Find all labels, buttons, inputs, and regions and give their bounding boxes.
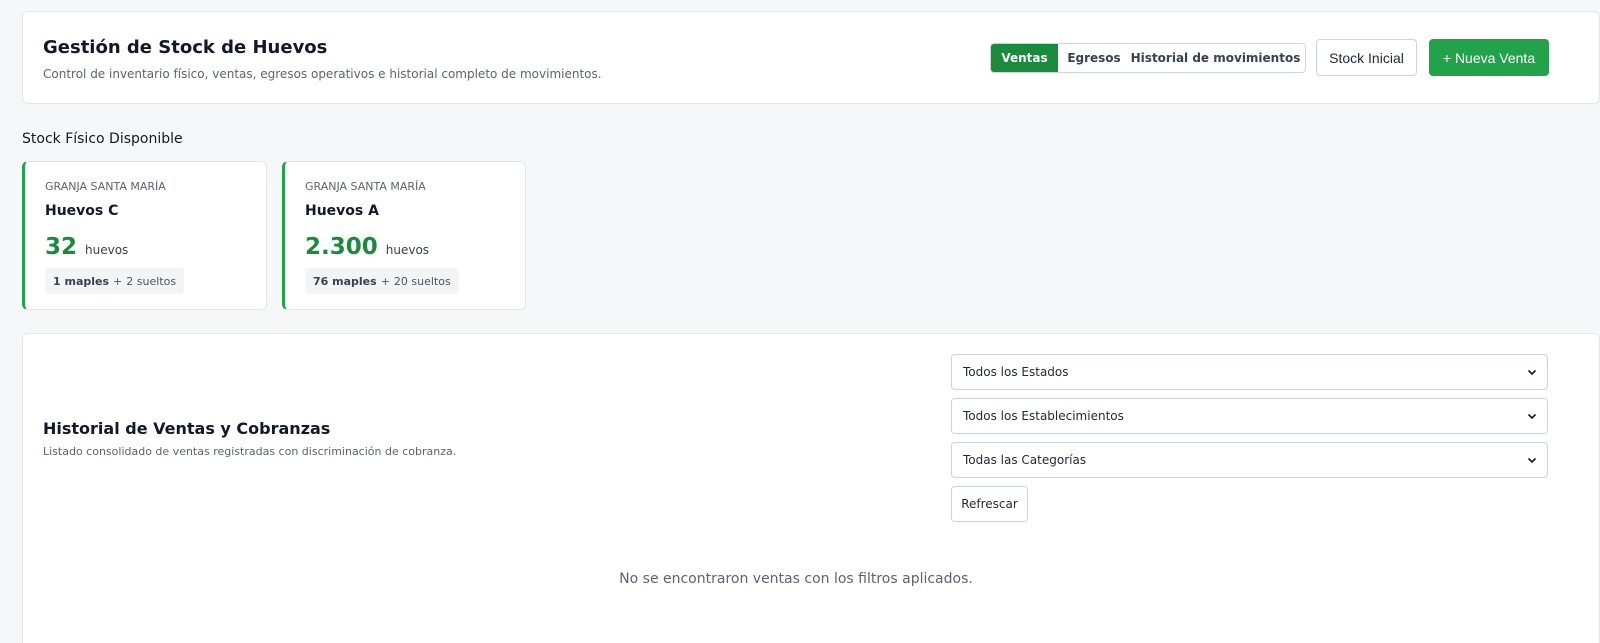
estado-filter-select[interactable]: Todos los Estados bbox=[951, 354, 1548, 390]
card-sueltos: 20 sueltos bbox=[393, 274, 451, 288]
page-header: Gestión de Stock de Huevos Control de in… bbox=[22, 11, 1600, 104]
categoria-filter-value: Todas las Categorías bbox=[963, 453, 1087, 467]
card-quantity-row: 32 huevos bbox=[45, 234, 128, 260]
card-maples: 1 maples bbox=[53, 274, 110, 288]
card-sueltos: 2 sueltos bbox=[126, 274, 177, 288]
page-title: Gestión de Stock de Huevos bbox=[43, 37, 328, 58]
tab-egresos[interactable]: Egresos bbox=[1058, 44, 1130, 72]
card-unit: huevos bbox=[85, 243, 129, 257]
card-unit: huevos bbox=[385, 243, 430, 257]
card-breakdown: 76 maples + 20 sueltos bbox=[305, 268, 459, 294]
chevron-down-icon bbox=[1527, 413, 1537, 420]
card-product-name: Huevos A bbox=[305, 203, 379, 219]
chevron-down-icon bbox=[1527, 369, 1537, 376]
view-tabs: Ventas Egresos Historial de movimientos bbox=[990, 43, 1306, 73]
sales-history-title: Historial de Ventas y Cobranzas bbox=[43, 419, 331, 438]
sales-history-panel: Historial de Ventas y Cobranzas Listado … bbox=[22, 333, 1600, 643]
card-farm-name: GRANJA SANTA MARÍA bbox=[45, 180, 166, 193]
stock-inicial-button[interactable]: Stock Inicial bbox=[1316, 39, 1417, 76]
page-subtitle: Control de inventario físico, ventas, eg… bbox=[43, 67, 602, 81]
establecimiento-filter-value: Todos los Establecimientos bbox=[963, 409, 1124, 423]
card-product-name: Huevos C bbox=[45, 203, 119, 219]
empty-state-message: No se encontraron ventas con los filtros… bbox=[619, 571, 973, 587]
stock-section-title: Stock Físico Disponible bbox=[22, 131, 183, 147]
card-breakdown: 1 maples + 2 sueltos bbox=[45, 268, 185, 294]
card-plus: + bbox=[380, 274, 390, 288]
categoria-filter-select[interactable]: Todas las Categorías bbox=[951, 442, 1548, 478]
card-plus: + bbox=[113, 274, 123, 288]
refresh-button[interactable]: Refrescar bbox=[951, 486, 1028, 522]
nueva-venta-button[interactable]: + Nueva Venta bbox=[1429, 39, 1549, 76]
stock-card: GRANJA SANTA MARÍA Huevos C 32 huevos 1 … bbox=[22, 161, 267, 310]
establecimiento-filter-select[interactable]: Todos los Establecimientos bbox=[951, 398, 1548, 434]
card-farm-name: GRANJA SANTA MARÍA bbox=[305, 180, 426, 193]
tab-historial-movimientos[interactable]: Historial de movimientos bbox=[1130, 44, 1305, 72]
sales-history-subtitle: Listado consolidado de ventas registrada… bbox=[43, 445, 457, 458]
tab-ventas[interactable]: Ventas bbox=[991, 44, 1058, 72]
stock-card: GRANJA SANTA MARÍA Huevos A 2.300 huevos… bbox=[282, 161, 526, 310]
chevron-down-icon bbox=[1527, 457, 1537, 464]
card-quantity: 2.300 bbox=[305, 234, 378, 260]
card-quantity: 32 bbox=[45, 234, 78, 260]
estado-filter-value: Todos los Estados bbox=[963, 365, 1069, 379]
card-quantity-row: 2.300 huevos bbox=[305, 234, 429, 260]
card-maples: 76 maples bbox=[313, 274, 377, 288]
